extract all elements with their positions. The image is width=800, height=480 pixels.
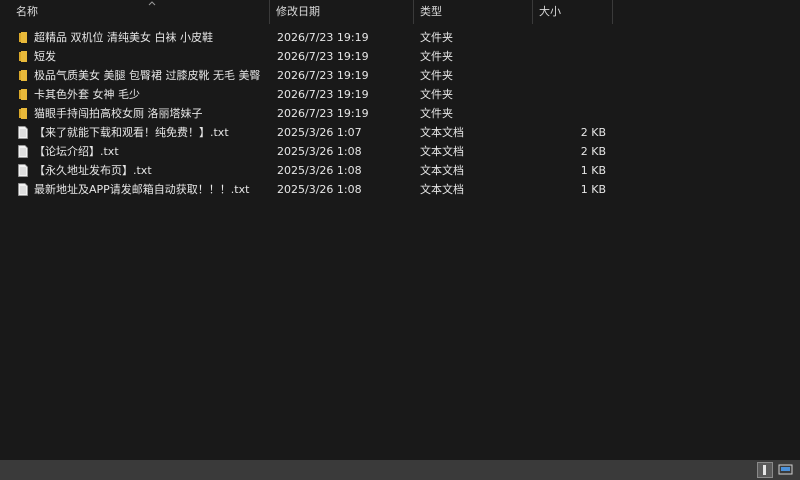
folder-icon [19, 51, 27, 62]
file-name: 超精品 双机位 清纯美女 白袜 小皮鞋 [34, 31, 213, 44]
column-header-type[interactable]: 类型 [414, 0, 533, 24]
file-size: 1 KB [580, 164, 606, 177]
folder-row[interactable]: 极品气质美女 美腿 包臀裙 过膝皮靴 无毛 美臀 2026/7/23 19:19 文… [0, 66, 800, 85]
folder-icon [19, 108, 27, 119]
file-name: 短发 [34, 50, 56, 63]
modified-date: 2026/7/23 19:19 [277, 69, 369, 82]
column-header-size[interactable]: 大小 [533, 0, 613, 24]
file-type: 文本文档 [420, 183, 464, 196]
folder-icon [19, 70, 27, 81]
folder-row[interactable]: 卡其色外套 女神 毛少 2026/7/23 19:19 文件夹 [0, 85, 800, 104]
file-row[interactable]: 【论坛介绍】.txt 2025/3/26 1:08 文本文档 2 KB [0, 142, 800, 161]
file-size [534, 104, 606, 123]
folder-icon [19, 89, 27, 100]
file-name: 【论坛介绍】.txt [34, 145, 119, 158]
file-name: 【来了就能下载和观看！纯免费！】.txt [34, 126, 229, 139]
text-file-icon [18, 145, 28, 158]
modified-date: 2026/7/23 19:19 [277, 107, 369, 120]
file-name: 猫眼手持闯拍高校女厕 洛丽塔妹子 [34, 107, 203, 120]
file-type: 文件夹 [420, 50, 453, 63]
text-file-icon [18, 183, 28, 196]
name-cell: 【永久地址发布页】.txt [17, 161, 267, 180]
file-row[interactable]: 【永久地址发布页】.txt 2025/3/26 1:08 文本文档 1 KB [0, 161, 800, 180]
name-cell: 短发 [17, 47, 267, 66]
column-header-name[interactable]: 名称 [10, 0, 270, 24]
file-size: 2 KB [580, 126, 606, 139]
file-size [534, 85, 606, 104]
file-size [534, 66, 606, 85]
status-bar [0, 460, 800, 480]
file-size [534, 28, 606, 47]
file-type: 文件夹 [420, 31, 453, 44]
sort-up-icon [148, 1, 156, 6]
folder-row[interactable]: 短发 2026/7/23 19:19 文件夹 [0, 47, 800, 66]
name-cell: 极品气质美女 美腿 包臀裙 过膝皮靴 无毛 美臀 [17, 66, 267, 85]
file-size: 1 KB [580, 183, 606, 196]
modified-date: 2025/3/26 1:08 [277, 164, 362, 177]
file-name: 【永久地址发布页】.txt [34, 164, 152, 177]
file-type: 文件夹 [420, 69, 453, 82]
file-row[interactable]: 【来了就能下载和观看！纯免费！】.txt 2025/3/26 1:07 文本文档 2 … [0, 123, 800, 142]
name-cell: 超精品 双机位 清纯美女 白袜 小皮鞋 [17, 28, 267, 47]
file-size [534, 47, 606, 66]
file-type: 文本文档 [420, 145, 464, 158]
modified-date: 2025/3/26 1:07 [277, 126, 362, 139]
file-size: 2 KB [580, 145, 606, 158]
folder-row[interactable]: 猫眼手持闯拍高校女厕 洛丽塔妹子 2026/7/23 19:19 文件夹 [0, 104, 800, 123]
column-header-name-label: 名称 [16, 5, 38, 18]
modified-date: 2026/7/23 19:19 [277, 50, 369, 63]
text-file-icon [18, 126, 28, 139]
column-header-date-label: 修改日期 [276, 5, 320, 18]
column-header-date[interactable]: 修改日期 [270, 0, 414, 24]
name-cell: 最新地址及APP请发邮箱自动获取！！！.txt [17, 180, 267, 199]
tiles-view-button[interactable] [778, 462, 794, 478]
file-name: 卡其色外套 女神 毛少 [34, 88, 140, 101]
tiles-view-icon [778, 464, 793, 475]
name-cell: 卡其色外套 女神 毛少 [17, 85, 267, 104]
details-view-icon [763, 465, 766, 475]
name-cell: 【来了就能下载和观看！纯免费！】.txt [17, 123, 267, 142]
name-cell: 【论坛介绍】.txt [17, 142, 267, 161]
folder-icon [19, 32, 27, 43]
text-file-icon [18, 164, 28, 177]
modified-date: 2026/7/23 19:19 [277, 88, 369, 101]
modified-date: 2025/3/26 1:08 [277, 145, 362, 158]
folder-row[interactable]: 超精品 双机位 清纯美女 白袜 小皮鞋 2026/7/23 19:19 文件夹 [0, 28, 800, 47]
file-list: 超精品 双机位 清纯美女 白袜 小皮鞋 2026/7/23 19:19 文件夹 短发 2… [0, 28, 800, 199]
file-name: 最新地址及APP请发邮箱自动获取！！！.txt [34, 183, 250, 196]
file-explorer-window: 名称 修改日期 类型 大小 超精品 双机位 清纯美女 白袜 小皮鞋 2026/7/… [0, 0, 800, 480]
column-header-size-label: 大小 [539, 5, 561, 18]
file-type: 文件夹 [420, 88, 453, 101]
file-type: 文件夹 [420, 107, 453, 120]
column-header-bar: 名称 修改日期 类型 大小 [0, 0, 800, 24]
column-header-type-label: 类型 [420, 5, 442, 18]
column-divider[interactable] [612, 0, 613, 24]
file-type: 文本文档 [420, 126, 464, 139]
modified-date: 2025/3/26 1:08 [277, 183, 362, 196]
file-row[interactable]: 最新地址及APP请发邮箱自动获取！！！.txt 2025/3/26 1:08 文本文… [0, 180, 800, 199]
details-view-button[interactable] [757, 462, 773, 478]
name-cell: 猫眼手持闯拍高校女厕 洛丽塔妹子 [17, 104, 267, 123]
file-type: 文本文档 [420, 164, 464, 177]
modified-date: 2026/7/23 19:19 [277, 31, 369, 44]
file-name: 极品气质美女 美腿 包臀裙 过膝皮靴 无毛 美臀 [34, 69, 261, 82]
